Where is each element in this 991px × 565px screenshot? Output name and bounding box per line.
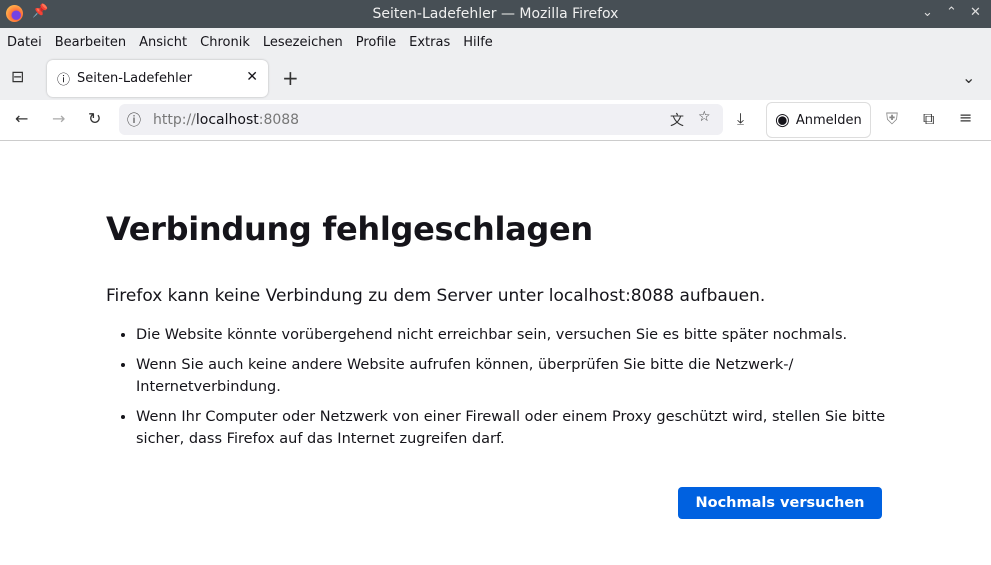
error-suggestions: Die Website könnte vorübergehend nicht e… — [106, 324, 886, 450]
menu-bearbeiten[interactable]: Bearbeiten — [55, 35, 126, 50]
site-info-icon[interactable]: ⓘ — [127, 110, 141, 130]
url-scheme: http:// — [153, 111, 196, 128]
extensions-icon[interactable]: ⧉ — [923, 109, 934, 129]
url-port: :8088 — [258, 111, 300, 128]
downloads-icon[interactable]: ⤓ — [737, 109, 744, 129]
menu-bar: Datei Bearbeiten Ansicht Chronik Lesezei… — [0, 28, 991, 56]
error-title: Verbindung fehlgeschlagen — [106, 210, 593, 248]
title-bar: 📌 Seiten-Ladefehler — Mozilla Firefox ⌄ … — [0, 0, 991, 28]
close-tab-icon[interactable]: ✕ — [246, 69, 258, 85]
info-icon: ⓘ — [57, 73, 71, 88]
error-lead: Firefox kann keine Verbindung zu dem Ser… — [106, 286, 766, 306]
maximize-icon[interactable]: ⌃ — [946, 5, 957, 20]
signin-label: Anmelden — [795, 112, 862, 128]
translate-icon[interactable]: 文 — [670, 110, 684, 130]
tab-bar: ⊟ ⓘ Seiten-Ladefehler ✕ + ⌄ — [0, 56, 991, 100]
menu-ansicht[interactable]: Ansicht — [139, 35, 187, 50]
signin-button[interactable]: ◉ Anmelden — [766, 102, 871, 138]
app-menu-icon[interactable]: ≡ — [959, 108, 972, 127]
url-bar[interactable]: ⓘ http://localhost:8088 文 ☆ — [119, 104, 723, 135]
nav-bar: ← → ↻ ⓘ http://localhost:8088 文 ☆ ⤓ ◉ An… — [0, 100, 991, 141]
error-content: Verbindung fehlgeschlagen Firefox kann k… — [106, 210, 886, 458]
tab-label: Seiten-Ladefehler — [77, 71, 193, 86]
account-icon: ◉ — [775, 110, 790, 130]
menu-extras[interactable]: Extras — [409, 35, 450, 50]
suggestion-item: Wenn Sie auch keine andere Website aufru… — [136, 354, 886, 398]
reload-icon[interactable]: ↻ — [88, 109, 101, 128]
menu-datei[interactable]: Datei — [7, 35, 42, 50]
minimize-icon[interactable]: ⌄ — [922, 5, 933, 20]
retry-button[interactable]: Nochmals versuchen — [678, 487, 882, 519]
close-window-icon[interactable]: ✕ — [970, 5, 981, 20]
back-icon[interactable]: ← — [15, 109, 28, 128]
new-tab-icon[interactable]: + — [282, 66, 299, 90]
url-host: localhost — [195, 111, 259, 128]
tab-overview-icon[interactable]: ⊟ — [11, 67, 24, 86]
window-title: Seiten-Ladefehler — Mozilla Firefox — [372, 6, 619, 22]
menu-chronik[interactable]: Chronik — [200, 35, 250, 50]
menu-hilfe[interactable]: Hilfe — [463, 35, 493, 50]
forward-icon[interactable]: → — [52, 109, 65, 128]
suggestion-item: Wenn Ihr Computer oder Netzwerk von eine… — [136, 406, 886, 450]
menu-lesezeichen[interactable]: Lesezeichen — [263, 35, 343, 50]
list-tabs-chevron-icon[interactable]: ⌄ — [962, 68, 975, 87]
bookmark-star-icon[interactable]: ☆ — [698, 109, 711, 125]
tab-page-error[interactable]: ⓘ Seiten-Ladefehler ✕ — [47, 60, 268, 97]
menu-profile[interactable]: Profile — [356, 35, 396, 50]
suggestion-item: Die Website könnte vorübergehend nicht e… — [136, 324, 886, 346]
tracking-protection-shield-icon[interactable]: ⛨ — [886, 109, 898, 129]
